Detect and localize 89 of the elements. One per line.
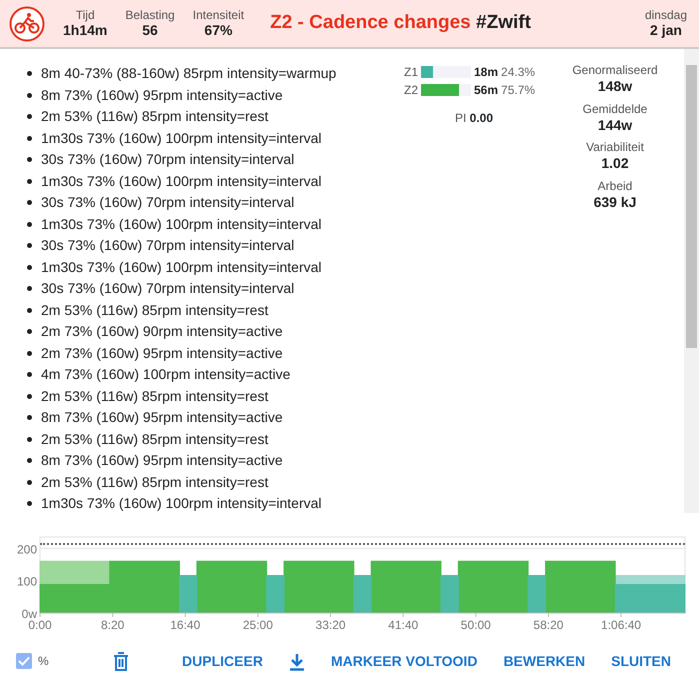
bullet-icon	[27, 222, 32, 227]
bullet-icon	[27, 264, 32, 270]
workout-step: 2m 53% (116w) 85rpm intensity=rest	[41, 300, 268, 321]
workout-step: 2m 73% (160w) 95rpm intensity=active	[41, 342, 283, 364]
checkbox-label: %	[38, 653, 49, 670]
metric-label: Gemiddelde	[582, 102, 648, 116]
checkbox[interactable]	[16, 653, 32, 669]
bullet-icon	[27, 372, 32, 378]
axis-label: 58:20	[533, 618, 564, 631]
stat-label: Tijd	[74, 8, 96, 22]
zone-bar	[421, 66, 471, 78]
metric-value: 639 kJ	[592, 194, 638, 211]
action-button[interactable]: SLUITEN	[605, 646, 677, 676]
axis-label: 1:06:40	[601, 618, 642, 631]
bullet-icon	[27, 157, 32, 162]
axis-label: 8:20	[100, 618, 124, 631]
bullet-icon	[27, 178, 32, 184]
metric-label: Variabiliteit	[585, 140, 645, 155]
axis-label: 41:40	[388, 618, 418, 631]
date-value: 2 jan	[649, 22, 683, 38]
zone-label: Z1	[404, 64, 418, 81]
axis-label: 200	[16, 542, 37, 556]
metric-value: 148w	[596, 78, 634, 96]
zone-percent: 24.3%	[501, 64, 536, 81]
axis-label: 0w	[22, 607, 37, 621]
bullet-icon	[27, 415, 32, 420]
workout-step: 2m 53% (116w) 85rpm intensity=rest	[41, 472, 268, 493]
bullet-icon	[27, 114, 32, 120]
workout-step: 2m 53% (116w) 85rpm intensity=rest	[41, 428, 268, 450]
metric-label: Arbeid	[596, 178, 634, 194]
day-label: dinsdag	[644, 8, 687, 22]
zone-label: Z2	[404, 82, 418, 99]
action-button[interactable]: DUPLICEER	[176, 646, 269, 676]
bullet-icon	[27, 200, 32, 206]
workout-step: 8m 73% (160w) 95rpm intensity=active	[41, 84, 283, 106]
action-button[interactable]: MARKEER VOLTOOID	[324, 646, 484, 676]
stat-value: 67%	[203, 22, 234, 38]
bullet-icon	[27, 92, 32, 98]
stat-value: 56	[141, 22, 159, 38]
workout-step: 2m 73% (160w) 90rpm intensity=active	[41, 321, 283, 342]
workout-step: 1m30s 73% (160w) 100rpm intensity=interval	[41, 170, 322, 192]
bullet-icon	[27, 480, 32, 485]
workout-step: 8m 73% (160w) 95rpm intensity=active	[41, 407, 283, 428]
axis-label: 25:00	[242, 618, 273, 631]
bullet-icon	[27, 394, 32, 399]
bullet-icon	[27, 308, 32, 313]
bullet-icon	[27, 329, 32, 334]
axis-label: 100	[16, 574, 37, 589]
pi-label: PI	[454, 111, 468, 125]
workout-step: 2m 53% (116w) 85rpm intensity=rest	[41, 106, 268, 128]
bullet-icon	[27, 136, 32, 141]
workout-step: 30s 73% (160w) 70rpm intensity=interval	[41, 192, 294, 214]
axis-label: 50:00	[460, 618, 491, 631]
zone-bar	[421, 84, 471, 96]
cyclist-icon	[9, 6, 45, 42]
workout-step: 1m30s 73% (160w) 100rpm intensity=interval	[41, 256, 322, 278]
metric-value: 144w	[596, 116, 634, 134]
action-button[interactable]: BEWERKEN	[497, 646, 592, 676]
workout-step: 1m30s 73% (160w) 100rpm intensity=interval	[41, 214, 322, 235]
workout-step: 30s 73% (160w) 70rpm intensity=interval	[41, 149, 294, 170]
stat-label: Intensiteit	[192, 8, 244, 22]
workout-step: 1m30s 73% (160w) 100rpm intensity=interval	[41, 128, 322, 149]
zone-percent: 75.7%	[501, 82, 536, 99]
bullet-icon	[27, 286, 32, 292]
bullet-icon	[27, 243, 32, 248]
stat-value: 1h14m	[63, 22, 108, 38]
zone-time: 18m	[474, 64, 498, 81]
axis-label: 16:40	[170, 618, 200, 631]
workout-step: 4m 73% (160w) 100rpm intensity=active	[41, 364, 290, 386]
stat-label: Belasting	[125, 8, 175, 22]
metric-label: Genormaliseerd	[571, 63, 659, 78]
zone-time: 56m	[474, 82, 498, 99]
bullet-icon	[27, 458, 32, 464]
workout-title: Z2 - Cadence changes #Zwift	[270, 11, 532, 36]
workout-step: 30s 73% (160w) 70rpm intensity=interval	[41, 235, 294, 256]
workout-step: 30s 73% (160w) 70rpm intensity=interval	[41, 278, 294, 300]
pi-value: 0.00	[470, 111, 494, 125]
workout-step: 1m30s 73% (160w) 100rpm intensity=interval	[41, 493, 322, 513]
axis-label: 33:20	[316, 618, 346, 631]
bullet-icon	[27, 71, 32, 76]
workout-step: 8m 73% (160w) 95rpm intensity=active	[41, 450, 283, 472]
workout-step: 2m 53% (116w) 85rpm intensity=rest	[41, 386, 268, 407]
metric-value: 1.02	[600, 155, 630, 172]
bullet-icon	[27, 350, 32, 356]
scrollbar[interactable]	[684, 49, 699, 513]
bullet-icon	[27, 436, 32, 442]
axis-label: 0:00	[28, 618, 52, 631]
bullet-icon	[27, 501, 32, 506]
workout-step: 8m 40-73% (88-160w) 85rpm intensity=warmup	[41, 63, 336, 84]
